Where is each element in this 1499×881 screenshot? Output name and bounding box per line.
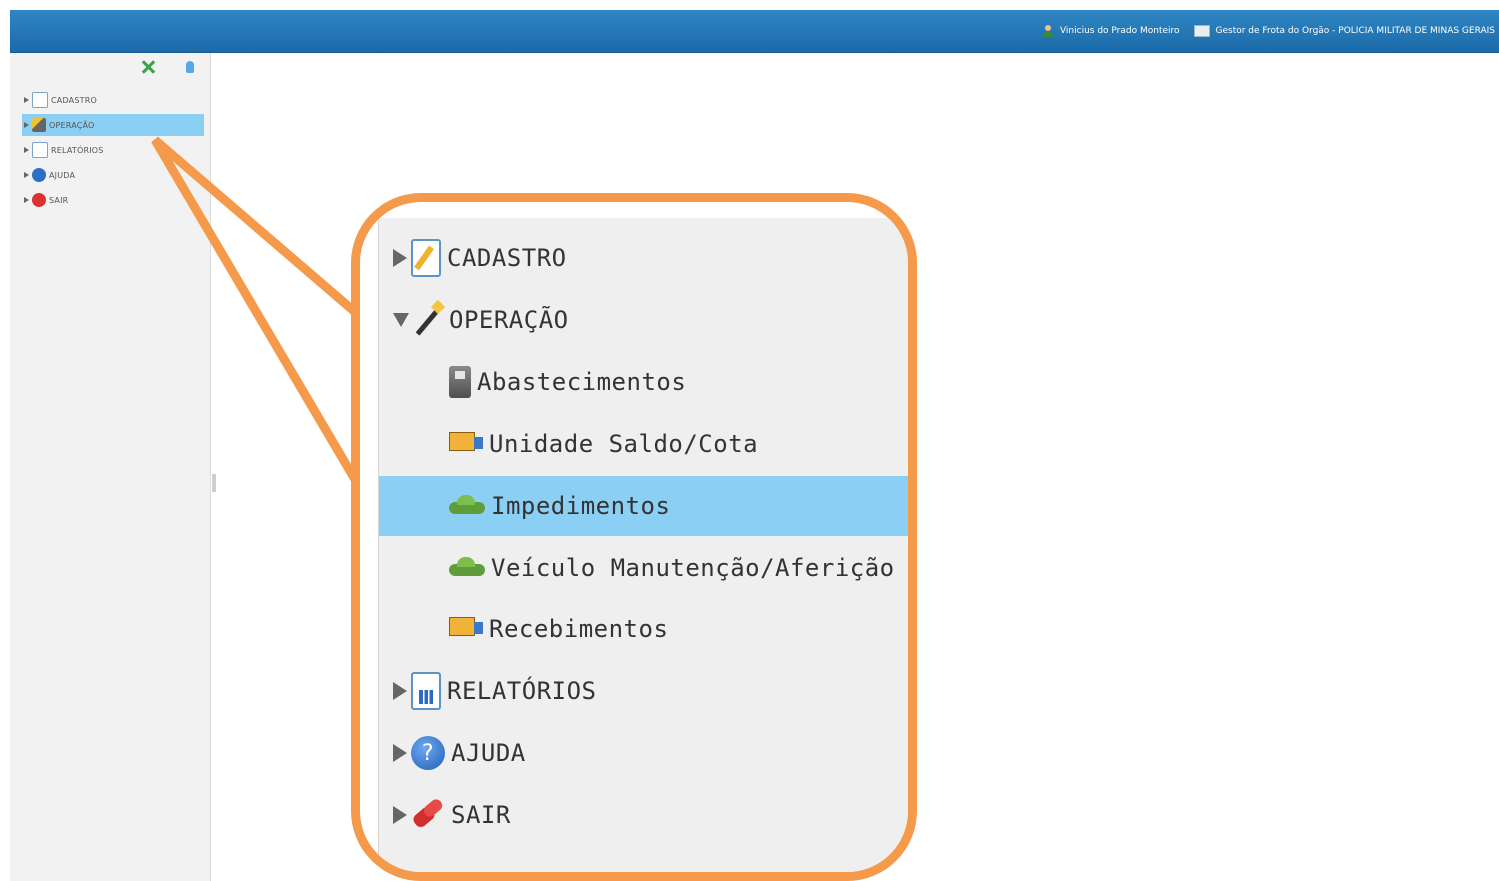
menu-item-label: AJUDA bbox=[451, 739, 526, 767]
menu-subitem-label: Abastecimentos bbox=[477, 368, 687, 396]
car-icon bbox=[449, 556, 485, 580]
menu-item-label: RELATÓRIOS bbox=[447, 677, 597, 705]
menu-subitem-recebimentos[interactable]: Recebimentos bbox=[379, 599, 908, 659]
report-chart-icon bbox=[411, 672, 441, 710]
menu-item-operacao[interactable]: OPERAÇÃO bbox=[379, 290, 908, 350]
expand-arrow-icon[interactable] bbox=[393, 806, 407, 824]
menu-subitem-veiculo-manutencao[interactable]: Veículo Manutenção/Aferição bbox=[379, 538, 908, 598]
collapse-arrow-icon[interactable] bbox=[393, 313, 409, 327]
menu-subitem-impedimentos[interactable]: Impedimentos bbox=[379, 476, 908, 536]
expand-arrow-icon[interactable] bbox=[393, 744, 407, 762]
menu-subitem-unidade-saldo-cota[interactable]: Unidade Saldo/Cota bbox=[379, 414, 908, 474]
expand-arrow-icon[interactable] bbox=[393, 682, 407, 700]
menu-item-sair[interactable]: SAIR bbox=[379, 785, 908, 845]
truck-icon bbox=[449, 617, 483, 641]
menu-item-ajuda[interactable]: ? AJUDA bbox=[379, 723, 908, 783]
pencil-document-icon bbox=[411, 239, 441, 277]
menu-item-label: OPERAÇÃO bbox=[449, 306, 569, 334]
menu-item-label: SAIR bbox=[451, 801, 511, 829]
menu-subitem-label: Unidade Saldo/Cota bbox=[489, 430, 759, 458]
menu-subitem-abastecimentos[interactable]: Abastecimentos bbox=[379, 352, 908, 412]
truck-icon bbox=[449, 432, 483, 456]
help-icon: ? bbox=[411, 736, 445, 770]
zoomed-menu: CADASTRO OPERAÇÃO Abastecimentos Unidade… bbox=[378, 218, 908, 872]
expand-arrow-icon[interactable] bbox=[393, 249, 407, 267]
menu-subitem-label: Recebimentos bbox=[489, 615, 669, 643]
car-icon bbox=[449, 494, 485, 518]
zoom-callout: CADASTRO OPERAÇÃO Abastecimentos Unidade… bbox=[351, 193, 917, 881]
menu-subitem-label: Impedimentos bbox=[491, 492, 671, 520]
menu-subitem-label: Veículo Manutenção/Aferição bbox=[491, 554, 895, 582]
exit-plug-icon bbox=[411, 798, 445, 832]
menu-item-cadastro[interactable]: CADASTRO bbox=[379, 228, 908, 288]
menu-item-relatorios[interactable]: RELATÓRIOS bbox=[379, 661, 908, 721]
magic-wand-icon bbox=[413, 302, 443, 338]
fuel-pump-icon bbox=[449, 366, 471, 398]
menu-item-label: CADASTRO bbox=[447, 244, 567, 272]
